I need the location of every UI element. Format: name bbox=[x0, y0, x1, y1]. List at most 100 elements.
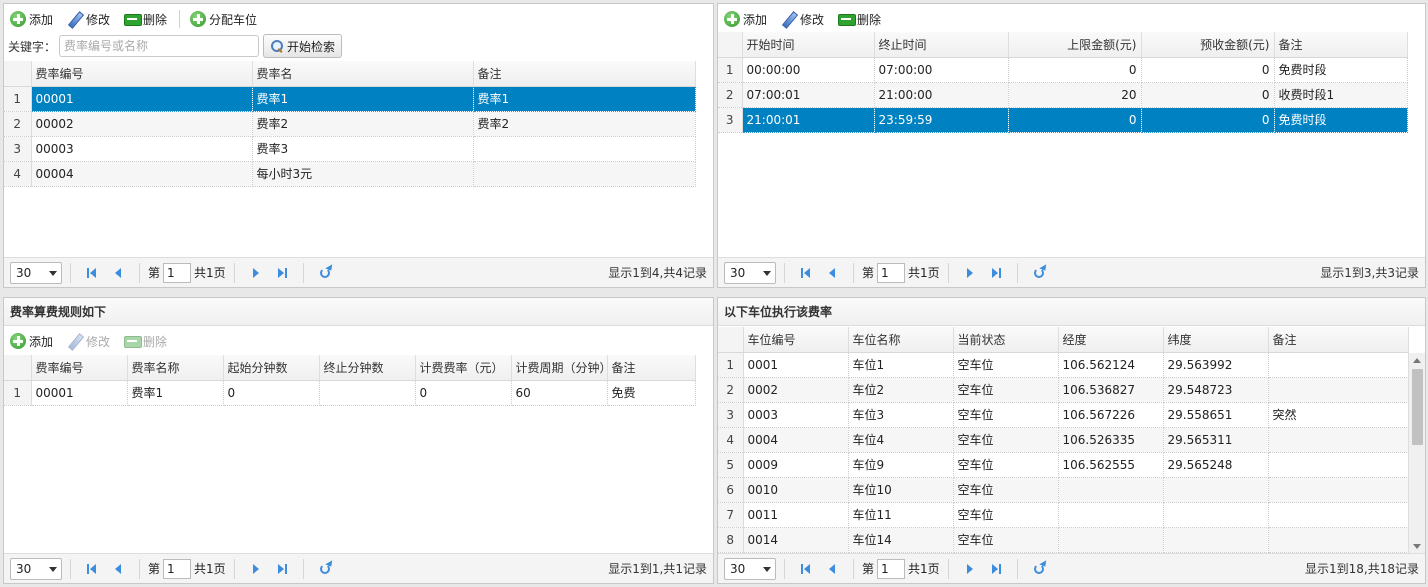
next-page-icon[interactable] bbox=[248, 561, 264, 577]
cell bbox=[1163, 527, 1269, 553]
prev-page-icon[interactable] bbox=[824, 265, 840, 281]
column-header[interactable]: 终止时间 bbox=[874, 32, 1009, 58]
column-header[interactable]: 备注 bbox=[1268, 327, 1409, 353]
scroll-thumb[interactable] bbox=[1412, 369, 1423, 445]
column-header[interactable]: 费率编号 bbox=[31, 61, 253, 87]
edit-rule-button[interactable]: 修改 bbox=[67, 330, 110, 352]
first-page-icon[interactable] bbox=[84, 265, 100, 281]
column-header[interactable]: 经度 bbox=[1058, 327, 1164, 353]
table-row[interactable]: 7 0011 车位11 空车位 bbox=[718, 502, 1409, 528]
pager: 30 第 1 共1页 显示1到1,共1记录 bbox=[4, 553, 713, 583]
column-header[interactable]: 预收金额(元) bbox=[1141, 32, 1275, 58]
page-size-select[interactable]: 30 bbox=[10, 557, 62, 580]
pager-divider bbox=[302, 558, 304, 579]
column-header[interactable]: 当前状态 bbox=[953, 327, 1059, 353]
column-header[interactable]: 计费周期（分钟） bbox=[511, 355, 608, 381]
delete-rate-button[interactable]: 删除 bbox=[124, 8, 167, 30]
column-header[interactable]: 开始时间 bbox=[742, 32, 875, 58]
column-header[interactable]: 备注 bbox=[1274, 32, 1408, 58]
table-row[interactable]: 1 0001 车位1 空车位 106.562124 29.563992 bbox=[718, 352, 1409, 378]
add-rule-button[interactable]: 添加 bbox=[10, 330, 53, 352]
delete-rule-button[interactable]: 删除 bbox=[124, 330, 167, 352]
pager-divider bbox=[853, 262, 854, 283]
first-page-icon[interactable] bbox=[798, 561, 814, 577]
refresh-icon[interactable] bbox=[1031, 265, 1047, 281]
cell bbox=[473, 136, 696, 162]
cell: 0004 bbox=[743, 427, 849, 453]
cell: 0 bbox=[1141, 57, 1275, 83]
table-row[interactable]: 1 00001 费率1 0 0 60 免费 bbox=[4, 380, 696, 406]
cell: 29.565248 bbox=[1163, 452, 1269, 478]
column-header[interactable]: 备注 bbox=[607, 355, 696, 381]
refresh-icon[interactable] bbox=[317, 561, 333, 577]
table-row[interactable]: 1 00001 费率1 费率1 bbox=[4, 86, 696, 112]
prev-page-icon[interactable] bbox=[110, 265, 126, 281]
column-header[interactable]: 车位编号 bbox=[743, 327, 849, 353]
cell: 免费 bbox=[607, 380, 696, 406]
page-number-input[interactable]: 1 bbox=[163, 558, 192, 579]
table-row[interactable]: 3 0003 车位3 空车位 106.567226 29.558651 突然 bbox=[718, 402, 1409, 428]
column-header[interactable]: 备注 bbox=[473, 61, 696, 87]
table-row[interactable]: 4 0004 车位4 空车位 106.526335 29.565311 bbox=[718, 427, 1409, 453]
table-row[interactable]: 4 00004 每小时3元 bbox=[4, 161, 696, 187]
column-header[interactable]: 费率名称 bbox=[127, 355, 224, 381]
first-page-icon[interactable] bbox=[798, 265, 814, 281]
next-page-icon[interactable] bbox=[962, 561, 978, 577]
table-row[interactable]: 2 00002 费率2 费率2 bbox=[4, 111, 696, 137]
add-rate-button[interactable]: 添加 bbox=[10, 8, 53, 30]
prev-page-icon[interactable] bbox=[110, 561, 126, 577]
column-header[interactable]: 车位名称 bbox=[848, 327, 954, 353]
cell bbox=[473, 161, 696, 187]
page-size-select[interactable]: 30 bbox=[724, 557, 776, 580]
table-row[interactable]: 6 0010 车位10 空车位 bbox=[718, 477, 1409, 503]
table-row[interactable]: 3 21:00:01 23:59:59 0 0 免费时段 bbox=[718, 107, 1408, 133]
page-number-input[interactable]: 1 bbox=[163, 262, 192, 283]
column-header[interactable]: 终止分钟数 bbox=[319, 355, 416, 381]
delete-icon bbox=[124, 11, 143, 27]
column-header[interactable]: 纬度 bbox=[1163, 327, 1269, 353]
table-row[interactable]: 1 00:00:00 07:00:00 0 0 免费时段 bbox=[718, 57, 1408, 83]
edit-segment-button[interactable]: 修改 bbox=[781, 8, 824, 30]
cell: 车位3 bbox=[848, 402, 954, 428]
add-segment-button[interactable]: 添加 bbox=[724, 8, 767, 30]
page-number-input[interactable]: 1 bbox=[877, 262, 906, 283]
next-page-icon[interactable] bbox=[962, 265, 978, 281]
last-page-icon[interactable] bbox=[988, 561, 1004, 577]
edit-rate-button[interactable]: 修改 bbox=[67, 8, 110, 30]
page-number-input[interactable]: 1 bbox=[877, 558, 906, 579]
column-header[interactable]: 计费费率（元） bbox=[415, 355, 512, 381]
cell: 费率1 bbox=[127, 380, 224, 406]
table-row[interactable]: 5 0009 车位9 空车位 106.562555 29.565248 bbox=[718, 452, 1409, 478]
table-row[interactable]: 3 00003 费率3 bbox=[4, 136, 696, 162]
keyword-input[interactable] bbox=[59, 35, 260, 57]
search-button[interactable]: 开始检索 bbox=[263, 34, 343, 58]
column-header[interactable]: 费率名 bbox=[252, 61, 474, 87]
cell bbox=[1268, 377, 1409, 403]
vertical-scrollbar[interactable] bbox=[1408, 353, 1425, 554]
refresh-icon[interactable] bbox=[317, 265, 333, 281]
scroll-up-icon[interactable] bbox=[1413, 358, 1421, 363]
cell: 车位10 bbox=[848, 477, 954, 503]
column-header[interactable]: 费率编号 bbox=[31, 355, 128, 381]
last-page-icon[interactable] bbox=[988, 265, 1004, 281]
page-size-select[interactable]: 30 bbox=[10, 261, 62, 284]
cell bbox=[1163, 477, 1269, 503]
row-number: 1 bbox=[4, 86, 32, 112]
time-segment-panel: 添加 修改 删除 开始时间 终止时间 上限金额(元) 预收金额(元) 备注 1 … bbox=[717, 3, 1426, 288]
table-row[interactable]: 2 0002 车位2 空车位 106.536827 29.548723 bbox=[718, 377, 1409, 403]
last-page-icon[interactable] bbox=[274, 265, 290, 281]
refresh-icon[interactable] bbox=[1031, 561, 1047, 577]
page-size-select[interactable]: 30 bbox=[724, 261, 776, 284]
pager-divider bbox=[1016, 558, 1018, 579]
prev-page-icon[interactable] bbox=[824, 561, 840, 577]
scroll-down-icon[interactable] bbox=[1413, 544, 1421, 549]
table-row[interactable]: 2 07:00:01 21:00:00 20 0 收费时段1 bbox=[718, 82, 1408, 108]
last-page-icon[interactable] bbox=[274, 561, 290, 577]
next-page-icon[interactable] bbox=[248, 265, 264, 281]
table-row[interactable]: 8 0014 车位14 空车位 bbox=[718, 527, 1409, 553]
first-page-icon[interactable] bbox=[84, 561, 100, 577]
column-header[interactable]: 上限金额(元) bbox=[1008, 32, 1142, 58]
delete-segment-button[interactable]: 删除 bbox=[838, 8, 881, 30]
column-header[interactable]: 起始分钟数 bbox=[223, 355, 320, 381]
assign-slot-button[interactable]: 分配车位 bbox=[190, 8, 257, 30]
